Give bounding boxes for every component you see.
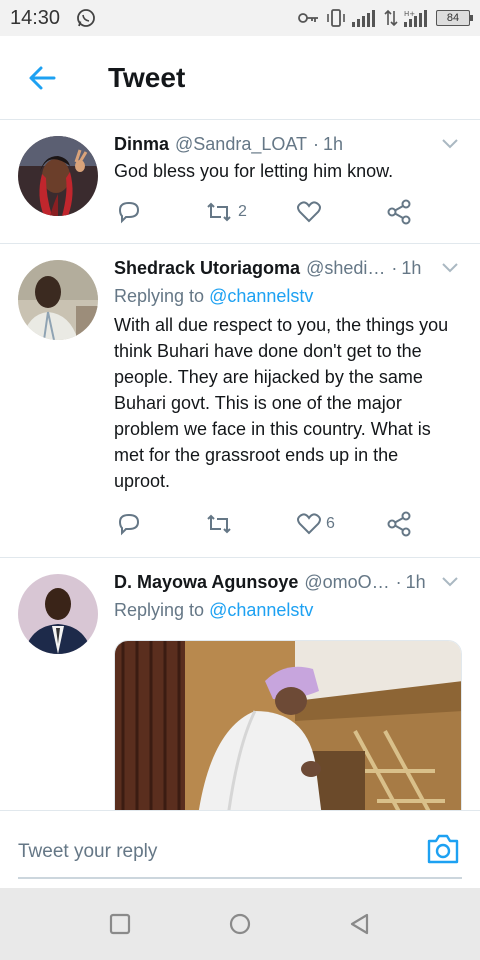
share-icon (387, 199, 411, 225)
retweet-count: 2 (238, 203, 247, 220)
display-name[interactable]: Shedrack Utoriagoma (114, 258, 300, 279)
svg-text:H+: H+ (404, 10, 415, 18)
tweet-actions: 2 (114, 198, 414, 226)
share-icon (387, 511, 411, 537)
chevron-down-icon[interactable] (442, 138, 458, 150)
camera-icon[interactable] (426, 833, 460, 865)
tweet-item[interactable]: Shedrack Utoriagoma @shedi… · 1h Replyin… (0, 244, 480, 558)
tweet-item[interactable]: Dinma @Sandra_LOAT · 1h God bless you fo… (0, 120, 480, 244)
arrow-left-icon[interactable] (24, 60, 60, 96)
page-title: Tweet (108, 62, 186, 93)
share-button[interactable] (386, 510, 412, 538)
heart-icon (297, 513, 321, 535)
timestamp: 1h (405, 572, 426, 592)
tweet-actions: 6 (114, 510, 414, 538)
tweet-header: Dinma @Sandra_LOAT · 1h (114, 134, 440, 155)
tweet-text: God bless you for letting him know. (114, 161, 394, 181)
status-icons: H+ 84 (298, 8, 473, 28)
separator: · (313, 134, 320, 154)
key-icon (298, 13, 318, 23)
user-handle[interactable]: @Sandra_LOAT (175, 134, 307, 155)
reply-button[interactable] (116, 198, 142, 226)
app-header: Tweet (0, 36, 480, 120)
status-time: 14:30 (10, 7, 61, 29)
reply-feed: Dinma @Sandra_LOAT · 1h God bless you fo… (0, 120, 480, 810)
replying-to: Replying to @channelstv (114, 600, 313, 621)
replying-to-label: Replying to (114, 286, 210, 306)
avatar[interactable] (18, 574, 98, 654)
avatar[interactable] (18, 136, 98, 216)
reply-button[interactable] (116, 510, 142, 538)
user-handle[interactable]: @shedi… (306, 258, 385, 279)
like-button[interactable]: 6 (296, 510, 335, 538)
mention-link[interactable]: @channelstv (209, 600, 313, 620)
battery-icon: 84 (436, 10, 473, 26)
retweet-button[interactable]: 2 (204, 198, 247, 226)
whatsapp-icon (77, 9, 95, 27)
signal-icon (352, 10, 375, 27)
separator: · (391, 258, 398, 278)
timestamp: 1h (323, 134, 344, 154)
input-underline (18, 877, 462, 879)
retweet-button[interactable] (204, 510, 238, 538)
back-triangle-icon[interactable] (348, 912, 372, 936)
tweet-text: With all due respect to you, the things … (114, 315, 449, 491)
share-button[interactable] (386, 198, 412, 226)
avatar[interactable] (18, 260, 98, 340)
like-button[interactable] (296, 198, 326, 226)
tweet-item[interactable]: D. Mayowa Agunsoye @omoO… · 1h Replying … (0, 558, 480, 810)
vibrate-icon (327, 9, 345, 27)
tweet-header: Shedrack Utoriagoma @shedi… · 1h (114, 258, 440, 279)
reply-icon (118, 201, 140, 224)
like-count: 6 (326, 515, 335, 532)
display-name[interactable]: D. Mayowa Agunsoye (114, 572, 298, 593)
separator: · (395, 572, 402, 592)
heart-icon (297, 201, 321, 223)
user-handle[interactable]: @omoO… (304, 572, 389, 593)
status-bar: 14:30 H+ 84 (0, 0, 480, 36)
chevron-down-icon[interactable] (442, 576, 458, 588)
reply-icon (118, 513, 140, 536)
signal-icon-2: H+ (404, 10, 427, 27)
retweet-icon (207, 202, 231, 222)
system-nav-bar (0, 888, 480, 960)
reply-input[interactable] (18, 833, 408, 871)
reply-composer (0, 810, 480, 888)
retweet-icon (207, 514, 231, 534)
timestamp: 1h (401, 258, 422, 278)
mention-link[interactable]: @channelstv (209, 286, 313, 306)
display-name[interactable]: Dinma (114, 134, 169, 155)
tweet-media-image[interactable] (114, 640, 462, 810)
home-icon[interactable] (228, 912, 252, 936)
data-4g-icon (384, 9, 398, 27)
chevron-down-icon[interactable] (442, 262, 458, 274)
battery-level: 84 (446, 12, 460, 24)
recent-apps-icon[interactable] (108, 912, 132, 936)
tweet-header: D. Mayowa Agunsoye @omoO… · 1h (114, 572, 440, 593)
replying-to: Replying to @channelstv (114, 286, 313, 307)
replying-to-label: Replying to (114, 600, 210, 620)
